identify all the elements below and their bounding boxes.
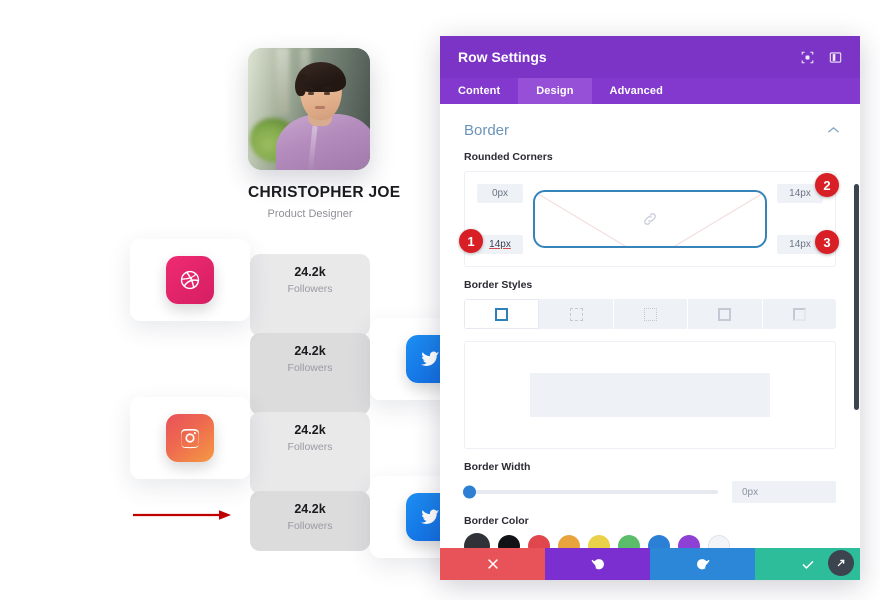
color-swatch[interactable]	[618, 535, 640, 548]
redo-button[interactable]	[650, 548, 755, 580]
style-solid-button[interactable]	[464, 299, 540, 329]
stat-label: Followers	[287, 520, 333, 532]
color-swatch[interactable]	[528, 535, 550, 548]
color-swatch[interactable]	[498, 535, 520, 548]
stat-row[interactable]: 24.2k Followers	[130, 239, 440, 321]
border-width-slider[interactable]	[463, 485, 718, 499]
color-swatch[interactable]	[464, 533, 490, 548]
style-double-button[interactable]	[688, 299, 763, 329]
color-swatch[interactable]	[648, 535, 670, 548]
rounded-corners-label: Rounded Corners	[464, 151, 553, 163]
social-card[interactable]	[370, 318, 440, 400]
tab-content[interactable]: Content	[440, 78, 518, 104]
style-dotted-button[interactable]	[613, 299, 689, 329]
border-width-input[interactable]: 0px	[732, 481, 836, 503]
border-styles-row	[464, 299, 836, 329]
annotation-marker-1: 1	[459, 229, 483, 253]
section-title: Border	[464, 122, 510, 139]
solid-border-icon	[495, 307, 509, 321]
stat-value-block: 24.2k Followers	[250, 397, 370, 479]
color-swatch[interactable]	[588, 535, 610, 548]
instagram-icon	[166, 414, 214, 462]
dribbble-icon	[166, 256, 214, 304]
close-icon	[487, 559, 498, 569]
border-styles-label: Border Styles	[464, 279, 533, 291]
social-card[interactable]	[130, 239, 250, 321]
border-color-label: Border Color	[464, 515, 529, 527]
corner-preview-box	[533, 190, 767, 248]
color-swatch[interactable]	[558, 535, 580, 548]
stat-value: 24.2k	[294, 344, 326, 358]
dotted-border-icon	[644, 307, 658, 321]
undo-icon	[591, 559, 604, 570]
social-card[interactable]	[130, 397, 250, 479]
corner-top-left-input[interactable]: 0px	[477, 184, 523, 203]
page-title: CHRISTOPHER JOE	[248, 184, 401, 201]
border-width-row: 0px	[463, 481, 836, 503]
annotation-marker-2: 2	[815, 173, 839, 197]
corner-bottom-left-input[interactable]: 14px	[477, 235, 523, 254]
stat-value-block: 24.2k Followers	[250, 476, 370, 558]
double-border-icon	[718, 307, 732, 321]
stat-label: Followers	[287, 362, 333, 374]
preview-canvas: CHRISTOPHER JOE Product Designer 24.2k F…	[0, 0, 440, 600]
panel-body: Border Rounded Corners 0px 14px 14px 14p…	[440, 104, 860, 548]
tab-advanced[interactable]: Advanced	[592, 78, 681, 104]
stat-label: Followers	[287, 283, 333, 295]
annotation-marker-3: 3	[815, 230, 839, 254]
border-preview-sample	[530, 373, 770, 417]
border-color-swatches	[464, 533, 836, 548]
twitter-icon	[406, 493, 440, 541]
border-width-label: Border Width	[464, 461, 531, 473]
stat-row[interactable]: 24.2k Followers	[130, 397, 440, 479]
tab-bar: Content Design Advanced	[440, 78, 860, 104]
twitter-icon	[406, 335, 440, 383]
cancel-button[interactable]	[440, 548, 545, 580]
rounded-corners-control[interactable]: 0px 14px 14px 14px	[464, 171, 836, 267]
avatar	[248, 48, 370, 170]
color-swatch[interactable]	[678, 535, 700, 548]
profile-block: CHRISTOPHER JOE Product Designer	[248, 48, 401, 220]
panel-scrollbar[interactable]	[854, 184, 859, 410]
action-bar	[440, 548, 860, 580]
row-settings-panel: Row Settings Content Design Advanced Bor…	[440, 36, 860, 580]
resize-diagonal-icon[interactable]	[828, 550, 854, 576]
chain-link-icon[interactable]	[642, 211, 658, 227]
chevron-up-icon[interactable]	[827, 125, 840, 137]
border-section-header[interactable]: Border	[440, 104, 860, 139]
slider-handle[interactable]	[463, 485, 476, 499]
fullscreen-icon[interactable]	[796, 46, 818, 68]
profile-role: Product Designer	[267, 208, 353, 220]
social-card[interactable]	[370, 476, 440, 558]
border-preview-box	[464, 341, 836, 449]
tab-design[interactable]: Design	[518, 78, 592, 104]
style-dashed-button[interactable]	[539, 299, 614, 329]
panel-header: Row Settings	[440, 36, 860, 78]
redo-icon	[696, 559, 709, 570]
stat-value: 24.2k	[294, 265, 326, 279]
groove-border-icon	[792, 307, 806, 321]
stat-label: Followers	[287, 441, 333, 453]
stat-value: 24.2k	[294, 423, 326, 437]
red-right-arrow-icon	[133, 510, 231, 520]
stat-value-block: 24.2k Followers	[250, 239, 370, 321]
layout-panel-icon[interactable]	[824, 46, 846, 68]
stat-value: 24.2k	[294, 502, 326, 516]
panel-title: Row Settings	[458, 49, 547, 65]
undo-button[interactable]	[545, 548, 650, 580]
stat-row[interactable]: 24.2k Followers	[130, 318, 440, 400]
style-groove-button[interactable]	[762, 299, 836, 329]
dashed-border-icon	[569, 307, 583, 321]
check-icon	[801, 560, 814, 569]
stat-value-block: 24.2k Followers	[250, 318, 370, 400]
color-swatch[interactable]	[708, 535, 730, 548]
